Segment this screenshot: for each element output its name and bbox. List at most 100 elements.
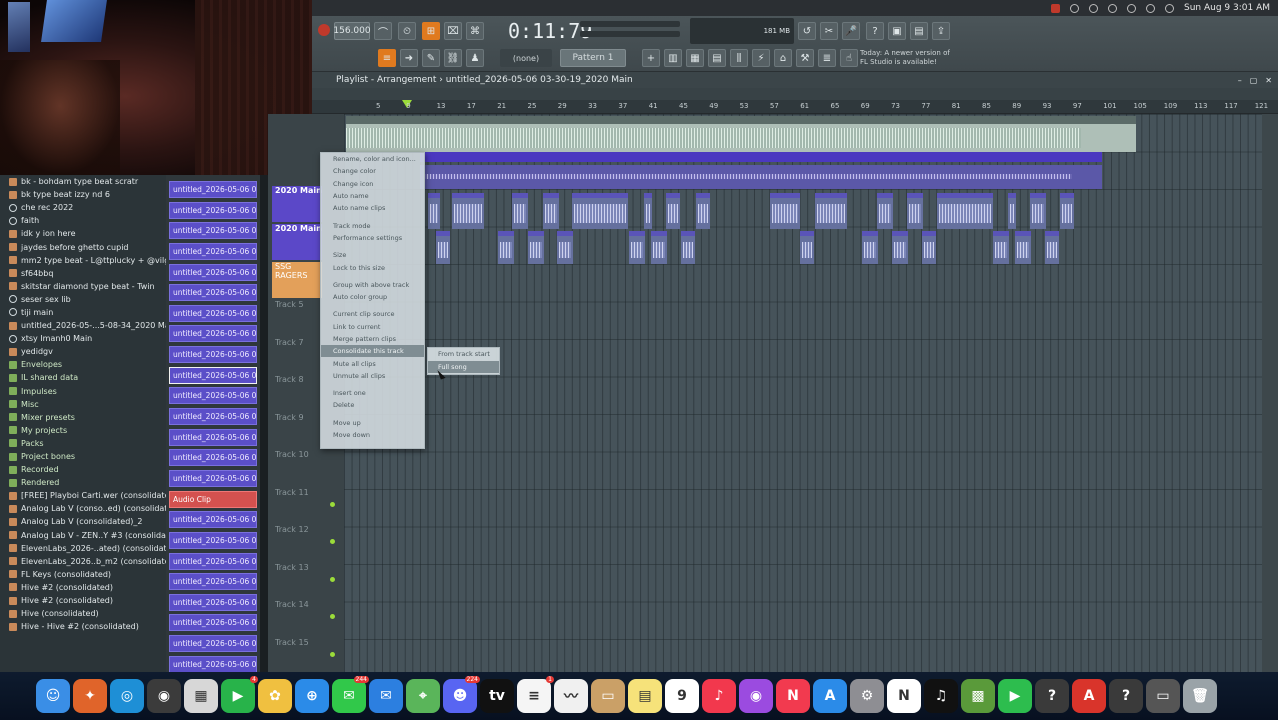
pattern-clip[interactable] [770, 193, 800, 229]
browser-item[interactable]: Hive #2 (consolidated) [0, 581, 166, 594]
folder-icon[interactable]: ▭ [591, 679, 625, 713]
add-pattern-icon[interactable]: + [642, 49, 660, 67]
notes-icon[interactable]: ▤ [628, 679, 662, 713]
minimize-icon[interactable]: – [1238, 76, 1242, 85]
browser-item[interactable]: seser sex lib [0, 293, 166, 306]
music-icon[interactable]: ♪ [702, 679, 736, 713]
safari-icon[interactable]: ⊕ [295, 679, 329, 713]
browser-item[interactable]: sf64bbq [0, 267, 166, 280]
pattern-clip[interactable] [512, 193, 528, 229]
pattern-clip[interactable] [666, 193, 680, 229]
track-header[interactable]: SSG RAGERS [272, 262, 322, 298]
mixer-window-icon[interactable]: ⫼ [730, 49, 748, 67]
facetime2-icon[interactable]: ▶ [998, 679, 1032, 713]
browser-item[interactable]: idk y ion here [0, 227, 166, 240]
browser-item[interactable]: FL Keys (consolidated) [0, 568, 166, 581]
browser-item[interactable]: Envelopes [0, 358, 166, 371]
browser-item[interactable]: ElevenLabs_2026-..ated) (consolidated) [0, 542, 166, 555]
browser-item[interactable]: faith [0, 214, 166, 227]
pattern-item[interactable]: untitled_2026-05-06 03- [169, 387, 257, 405]
phone-icon[interactable] [1070, 3, 1079, 13]
maximize-icon[interactable]: ▢ [1250, 76, 1258, 85]
submenu-item[interactable]: From track start [428, 348, 499, 361]
menu-item[interactable]: Auto name clips [321, 202, 424, 214]
playlist-icon[interactable]: ▥ [664, 49, 682, 67]
pattern-clip[interactable] [993, 231, 1009, 264]
track-header[interactable]: Track 5 [272, 300, 322, 336]
menu-item[interactable]: Unmute all clips [321, 370, 424, 382]
facetime-icon[interactable]: ▶ 4 [221, 676, 258, 713]
pattern-clip-bar[interactable] [420, 152, 1102, 162]
pattern-clip[interactable] [1015, 231, 1031, 264]
menu-item[interactable]: Move down [321, 429, 424, 441]
maps-icon[interactable]: ⌖ [406, 679, 440, 713]
pattern-item[interactable]: untitled_2026-05-06 03- [169, 181, 257, 198]
pattern-item[interactable]: untitled_2026-05-06 03- [169, 201, 257, 219]
blend-icon[interactable]: ⌘ [466, 22, 484, 40]
menu-item[interactable]: Move up [321, 417, 424, 429]
pattern-item[interactable]: untitled_2026-05-06 03- [169, 511, 257, 529]
photos-icon[interactable]: ✿ [258, 679, 292, 713]
browser-item[interactable]: xtsy Imanh0 Main [0, 332, 166, 345]
track-header[interactable]: Track 14 [272, 600, 335, 636]
pattern-item[interactable]: untitled_2026-05-06 03- [169, 635, 257, 653]
pattern-item[interactable]: untitled_2026-05-06 03- [169, 222, 257, 240]
track-header[interactable]: Track 8 [272, 375, 322, 411]
browser-item[interactable]: Analog Lab V (consolidated)_2 [0, 515, 166, 528]
pattern-item[interactable]: untitled_2026-05-06 03- [169, 346, 257, 364]
fl-studio-icon[interactable]: ✦ [73, 679, 107, 713]
position-slider[interactable] [580, 21, 680, 27]
menu-item[interactable]: Link to current [321, 321, 424, 333]
pattern-clip[interactable] [528, 231, 544, 264]
pattern-clip[interactable] [651, 231, 667, 264]
channel-rack-icon[interactable]: ▤ [708, 49, 726, 67]
pattern-item[interactable]: untitled_2026-05-06 03- [169, 284, 257, 302]
menu-item[interactable]: Rename, color and icon... [321, 153, 424, 165]
pattern-item[interactable]: untitled_2026-05-06 03- [169, 408, 257, 426]
pattern-clip[interactable] [498, 231, 514, 264]
browser-item[interactable]: Analog Lab V - ZEN..Y #3 (consolidated) [0, 529, 166, 542]
pattern-item[interactable]: untitled_2026-05-06 03- [169, 573, 257, 591]
pattern-clip-notes[interactable] [420, 165, 1102, 189]
pattern-item[interactable]: untitled_2026-05-06 03- [169, 614, 257, 632]
wifi-icon[interactable] [1127, 3, 1136, 13]
pattern-clip[interactable] [892, 231, 908, 264]
browser-item[interactable]: Hive (consolidated) [0, 607, 166, 620]
track-header[interactable]: 2020 Main [272, 224, 322, 260]
trash-icon[interactable]: 🗑 [1183, 679, 1217, 713]
timeline-ruler[interactable]: 5 9 13 17 21 25 29 33 37 41 45 49 53 57 61 65 69 73 77 81 85… [312, 100, 1278, 114]
pencil-icon[interactable]: ✎ [422, 49, 440, 67]
pattern-clip[interactable] [877, 193, 893, 229]
menu-item[interactable]: Track mode [321, 219, 424, 231]
pattern-clip[interactable] [1060, 193, 1074, 229]
pattern-clip[interactable] [452, 193, 484, 229]
browser-item[interactable]: tiji main [0, 306, 166, 319]
track-header[interactable]: Track 15 [272, 638, 335, 674]
pattern-clip[interactable] [681, 231, 695, 264]
track-header[interactable]: Track 7 [272, 338, 322, 374]
browser-item[interactable]: Impulses [0, 385, 166, 398]
menu-item[interactable]: Merge pattern clips [321, 333, 424, 345]
browser-item[interactable]: yedidgv [0, 345, 166, 358]
pattern-item[interactable]: untitled_2026-05-06 03- [169, 552, 257, 570]
audio-clip-item[interactable]: Audio Clip [169, 490, 257, 508]
app-window-icon[interactable]: ▭ [1146, 679, 1180, 713]
pattern-item[interactable]: untitled_2026-05-06 03- [169, 304, 257, 322]
save-icon[interactable]: ▣ [888, 22, 906, 40]
browser-item[interactable]: Misc [0, 398, 166, 411]
track-active-dot[interactable] [330, 539, 335, 544]
help-icon[interactable]: ? [866, 22, 884, 40]
volume-slider[interactable] [580, 31, 680, 37]
pattern-clip[interactable] [907, 193, 923, 229]
menu-item[interactable]: Lock to this size [321, 261, 424, 273]
finder-icon[interactable]: ☺ [36, 679, 70, 713]
browser-item[interactable]: jaydes before ghetto cupid [0, 240, 166, 253]
pattern-item[interactable]: untitled_2026-05-06 03- [169, 593, 257, 611]
browser-item[interactable]: bk - bohdam type beat scratr [0, 175, 166, 188]
discord-icon[interactable]: ☻ 224 [443, 676, 480, 713]
mail-icon[interactable]: ✉ [369, 679, 403, 713]
browser-item[interactable]: untitled_2026-05-...5-08-34_2020 Main [0, 319, 166, 332]
pattern-clip[interactable] [922, 231, 936, 264]
podcasts-icon[interactable]: ◉ [739, 679, 773, 713]
volume-icon[interactable] [1108, 3, 1117, 13]
